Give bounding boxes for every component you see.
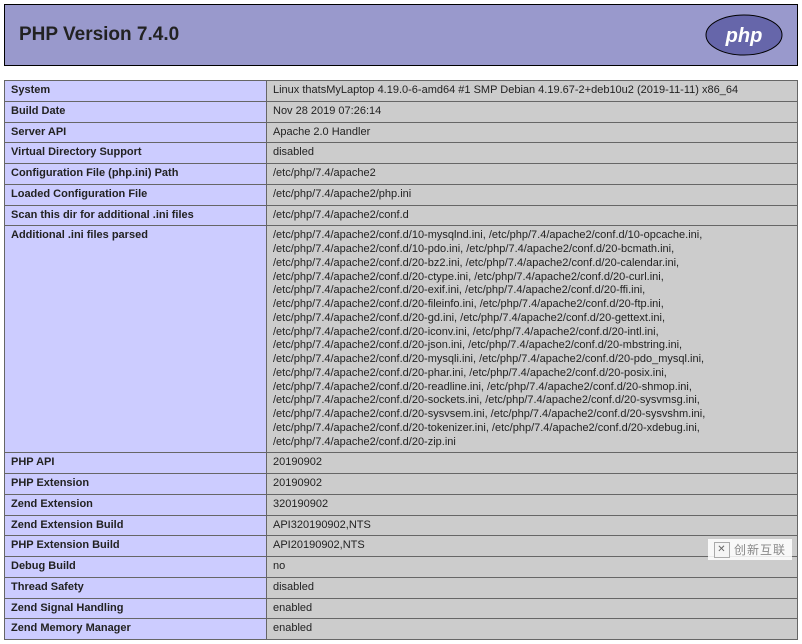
info-value: 320190902: [267, 494, 798, 515]
watermark-icon: ✕: [714, 542, 730, 558]
info-value: disabled: [267, 577, 798, 598]
phpinfo-table: SystemLinux thatsMyLaptop 4.19.0-6-amd64…: [4, 80, 798, 640]
info-value: /etc/php/7.4/apache2: [267, 164, 798, 185]
info-key: PHP Extension: [5, 474, 267, 495]
page-title: PHP Version 7.4.0: [19, 24, 179, 46]
table-row: Configuration File (php.ini) Path/etc/ph…: [5, 164, 798, 185]
table-row: Scan this dir for additional .ini files/…: [5, 205, 798, 226]
info-value: Linux thatsMyLaptop 4.19.0-6-amd64 #1 SM…: [267, 81, 798, 102]
info-key: PHP Extension Build: [5, 536, 267, 557]
info-key: Zend Signal Handling: [5, 598, 267, 619]
table-row: Zend Extension BuildAPI320190902,NTS: [5, 515, 798, 536]
table-row: Additional .ini files parsed/etc/php/7.4…: [5, 226, 798, 453]
info-value: 20190902: [267, 474, 798, 495]
table-row: Thread Safetydisabled: [5, 577, 798, 598]
info-value: /etc/php/7.4/apache2/php.ini: [267, 184, 798, 205]
info-value: disabled: [267, 143, 798, 164]
info-key: Zend Extension: [5, 494, 267, 515]
info-key: Zend Extension Build: [5, 515, 267, 536]
table-row: Server APIApache 2.0 Handler: [5, 122, 798, 143]
info-value: enabled: [267, 598, 798, 619]
table-row: PHP API20190902: [5, 453, 798, 474]
info-key: Scan this dir for additional .ini files: [5, 205, 267, 226]
info-key: Server API: [5, 122, 267, 143]
info-key: Virtual Directory Support: [5, 143, 267, 164]
table-row: SystemLinux thatsMyLaptop 4.19.0-6-amd64…: [5, 81, 798, 102]
table-row: Loaded Configuration File/etc/php/7.4/ap…: [5, 184, 798, 205]
table-row: Zend Extension320190902: [5, 494, 798, 515]
info-value: Apache 2.0 Handler: [267, 122, 798, 143]
info-key: Debug Build: [5, 557, 267, 578]
info-key: Loaded Configuration File: [5, 184, 267, 205]
table-row: Debug Buildno: [5, 557, 798, 578]
watermark: ✕ 创新互联: [708, 539, 792, 560]
php-logo-icon: php: [705, 14, 783, 56]
svg-text:php: php: [725, 25, 763, 47]
table-row: Build DateNov 28 2019 07:26:14: [5, 101, 798, 122]
table-row: PHP Extension BuildAPI20190902,NTS: [5, 536, 798, 557]
info-value: Nov 28 2019 07:26:14: [267, 101, 798, 122]
table-row: Zend Memory Managerenabled: [5, 619, 798, 640]
watermark-text: 创新互联: [734, 541, 786, 558]
info-value: /etc/php/7.4/apache2/conf.d/10-mysqlnd.i…: [267, 226, 798, 453]
info-key: Additional .ini files parsed: [5, 226, 267, 453]
info-value: 20190902: [267, 453, 798, 474]
table-row: Virtual Directory Supportdisabled: [5, 143, 798, 164]
table-row: Zend Signal Handlingenabled: [5, 598, 798, 619]
info-value: enabled: [267, 619, 798, 640]
info-key: Zend Memory Manager: [5, 619, 267, 640]
info-key: PHP API: [5, 453, 267, 474]
info-key: Configuration File (php.ini) Path: [5, 164, 267, 185]
info-value: /etc/php/7.4/apache2/conf.d: [267, 205, 798, 226]
info-key: Build Date: [5, 101, 267, 122]
table-row: PHP Extension20190902: [5, 474, 798, 495]
phpinfo-header: PHP Version 7.4.0 php: [4, 4, 798, 66]
info-value: API320190902,NTS: [267, 515, 798, 536]
info-key: Thread Safety: [5, 577, 267, 598]
info-key: System: [5, 81, 267, 102]
